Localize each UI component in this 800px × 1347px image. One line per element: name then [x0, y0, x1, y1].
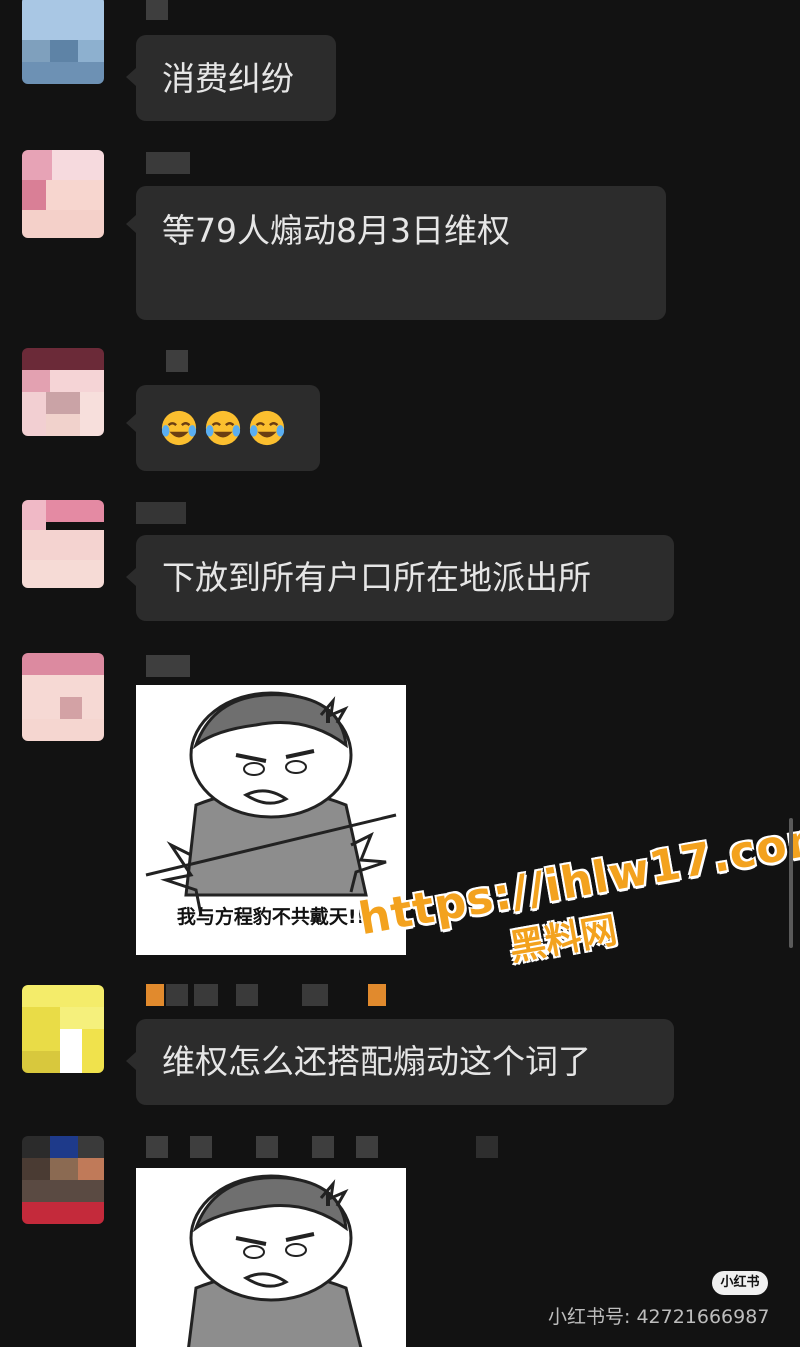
avatar[interactable]: [22, 348, 104, 436]
angry-man-illustration: [187, 1174, 363, 1347]
avatar[interactable]: [22, 150, 104, 238]
avatar[interactable]: [22, 985, 104, 1073]
crying-laughing-icon: [161, 410, 197, 446]
message-bubble[interactable]: 消费纠纷: [136, 35, 336, 121]
message-text: 维权怎么还搭配煽动这个词了: [162, 1042, 591, 1081]
avatar[interactable]: [22, 0, 104, 84]
bubble-tail: [126, 414, 136, 432]
xiaohongshu-id: 小红书号: 42721666987: [548, 1306, 770, 1328]
message-text: 消费纠纷: [162, 59, 294, 98]
angry-man-illustration: [145, 691, 397, 916]
message-text: 下放到所有户口所在地派出所: [162, 558, 591, 597]
message-bubble[interactable]: 维权怎么还搭配煽动这个词了: [136, 1019, 674, 1105]
sticker-image[interactable]: [136, 1168, 406, 1347]
avatar[interactable]: [22, 653, 104, 741]
bubble-tail: [126, 68, 136, 86]
message-bubble[interactable]: 下放到所有户口所在地派出所: [136, 535, 674, 621]
crying-laughing-icon: [249, 410, 285, 446]
message-text: 等79人煽动8月3日维权: [162, 211, 510, 250]
avatar[interactable]: [22, 500, 104, 588]
emoji-row: [160, 409, 296, 447]
bubble-tail: [126, 215, 136, 233]
message-bubble[interactable]: [136, 385, 320, 471]
message-bubble[interactable]: 等79人煽动8月3日维权: [136, 186, 666, 320]
xiaohongshu-logo: 小红书: [712, 1271, 768, 1295]
crying-laughing-icon: [205, 410, 241, 446]
bubble-tail: [126, 568, 136, 586]
avatar[interactable]: [22, 1136, 104, 1224]
bubble-tail: [126, 1052, 136, 1070]
scrollbar[interactable]: [789, 818, 793, 948]
